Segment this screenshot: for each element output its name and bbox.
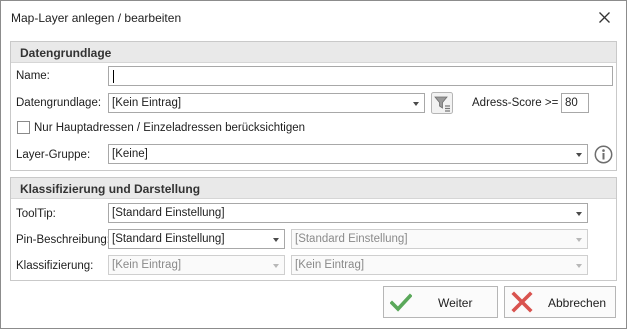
info-button[interactable] (594, 145, 613, 164)
datengrundlage-dropdown[interactable]: [Kein Eintrag] (108, 93, 425, 113)
close-button[interactable] (591, 6, 617, 28)
adress-score-input[interactable]: 80 (561, 93, 589, 113)
text-caret (113, 70, 114, 83)
dropdown-arrow-icon (576, 153, 582, 157)
abbrechen-label: Abbrechen (548, 296, 607, 310)
title-bar: Map-Layer anlegen / bearbeiten (1, 1, 626, 33)
dropdown-arrow-icon (413, 102, 419, 106)
datengrundlage-label: Datengrundlage: (16, 97, 102, 109)
pin-beschreibung-label: Pin-Beschreibung: (16, 234, 110, 246)
dropdown-arrow-icon (576, 238, 582, 242)
klassifizierung-secondary-dropdown: [Kein Eintrag] (291, 255, 588, 275)
layer-gruppe-label: Layer-Gruppe: (16, 149, 91, 161)
checkmark-icon (390, 293, 412, 312)
layer-gruppe-dropdown[interactable]: [Keine] (108, 144, 588, 164)
window-title: Map-Layer anlegen / bearbeiten (11, 11, 182, 25)
pin-beschreibung-dropdown[interactable]: [Standard Einstellung] (108, 229, 285, 249)
filter-icon (431, 92, 453, 114)
weiter-label: Weiter (438, 296, 473, 310)
pin-beschreibung-secondary-dropdown: [Standard Einstellung] (291, 229, 588, 249)
tooltip-dropdown[interactable]: [Standard Einstellung] (108, 203, 588, 223)
adress-score-label: Adress-Score >= (472, 97, 559, 109)
group-title: Klassifizierung und Darstellung (20, 182, 201, 196)
dropdown-arrow-icon (273, 264, 279, 268)
group-title: Datengrundlage (20, 46, 112, 60)
weiter-button[interactable]: Weiter (383, 286, 498, 318)
filter-button[interactable] (431, 92, 453, 114)
dropdown-arrow-icon (273, 238, 279, 242)
abbrechen-button[interactable]: Abbrechen (504, 286, 616, 318)
close-icon (599, 12, 610, 23)
dropdown-arrow-icon (576, 264, 582, 268)
name-input[interactable] (108, 66, 613, 86)
group-header: Datengrundlage (11, 42, 616, 63)
info-icon (594, 145, 613, 164)
klassifizierung-label: Klassifizierung: (16, 260, 94, 272)
klassifizierung-dropdown: [Kein Eintrag] (108, 255, 285, 275)
group-header: Klassifizierung und Darstellung (11, 178, 616, 199)
hauptadressen-checkbox[interactable] (17, 121, 30, 134)
name-label: Name: (16, 70, 50, 82)
tooltip-label: ToolTip: (16, 208, 56, 220)
hauptadressen-label[interactable]: Nur Hauptadressen / Einzeladressen berüc… (34, 122, 305, 134)
dropdown-arrow-icon (576, 212, 582, 216)
x-icon (511, 291, 533, 313)
dialog-window: Map-Layer anlegen / bearbeiten Datengrun… (0, 0, 627, 329)
